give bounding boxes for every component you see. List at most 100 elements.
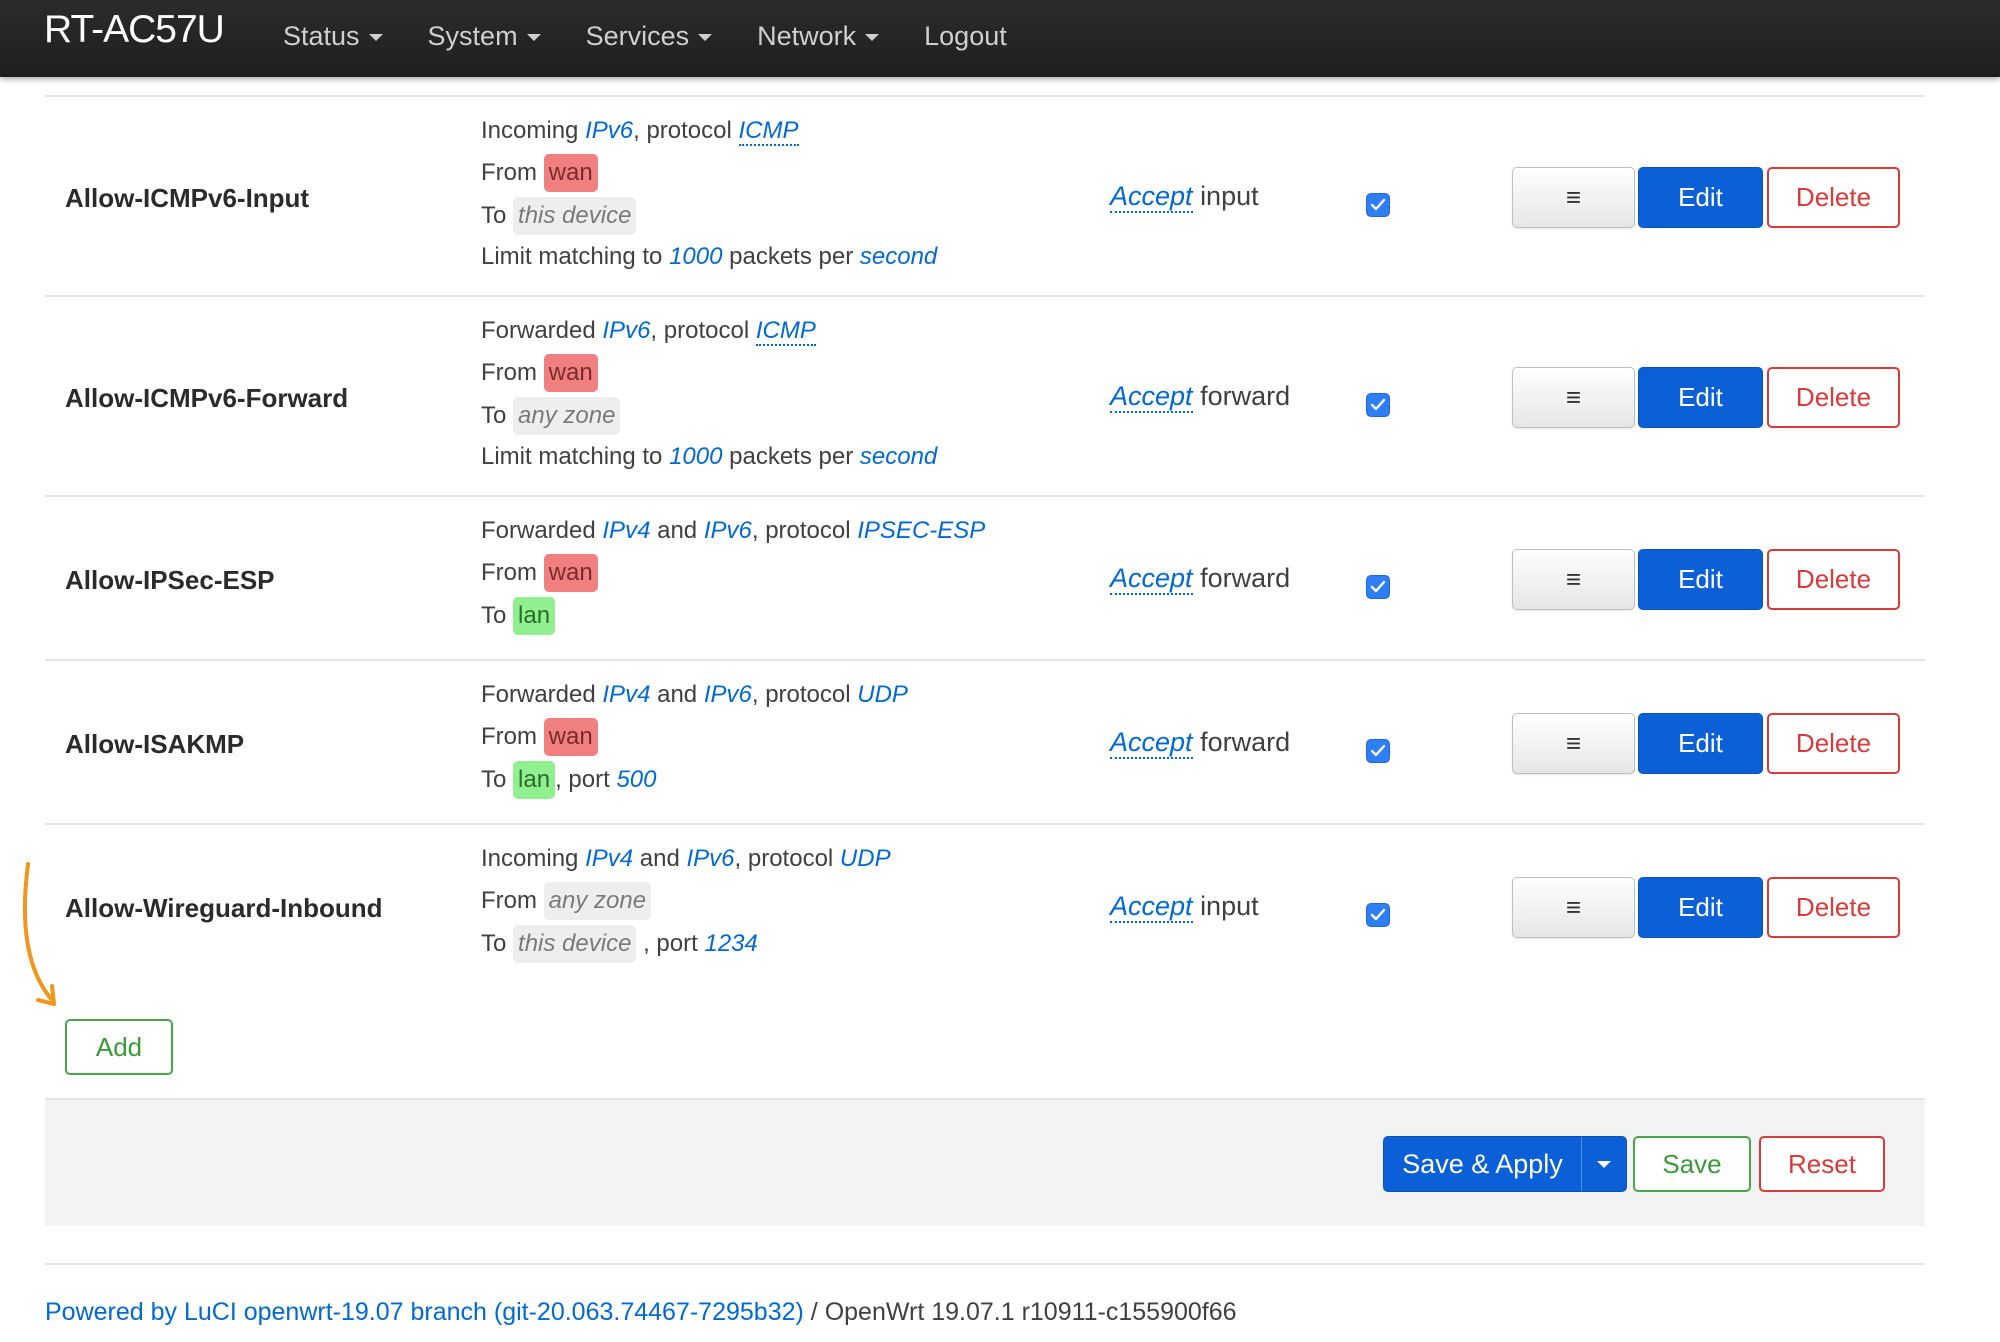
menu-services[interactable]: Services [586,21,713,52]
zone-badge-from: wan [543,718,598,756]
edit-button[interactable]: Edit [1638,167,1763,228]
rule-enabled-checkbox[interactable] [1366,393,1390,417]
limit-prefix: Limit matching to [481,243,663,270]
action-verb: Accept [1110,891,1193,923]
match-family-joiner: and [639,845,680,872]
edit-button[interactable]: Edit [1638,549,1763,610]
from-label: From [481,723,537,750]
caret-down-icon [526,34,541,41]
rule-enabled-checkbox[interactable] [1366,193,1390,217]
table-row: Allow-ISAKMP Forwarded IPv4 and IPv6, pr… [45,659,1925,823]
match-protocol: IPSEC-ESP [857,517,986,544]
rule-enabled-checkbox[interactable] [1366,575,1390,599]
match-line-limit: Limit matching to 1000 packets per secon… [481,437,937,477]
rule-match-description: Incoming IPv4 and IPv6, protocol UDP Fro… [481,839,891,965]
match-line-family: Incoming IPv6, protocol ICMP [481,117,799,146]
checkmark-icon [1370,198,1386,211]
from-label: From [481,559,537,586]
menu-system[interactable]: System [428,21,541,52]
table-row: Allow-IPSec-ESP Forwarded IPv4 and IPv6,… [45,495,1925,659]
rule-enabled-checkbox[interactable] [1366,903,1390,927]
brand-title[interactable]: RT-AC57U [44,8,225,52]
delete-button[interactable]: Delete [1767,877,1900,938]
hamburger-icon: ≡ [1565,728,1582,758]
menu-status[interactable]: Status [283,21,383,52]
match-protocol-word: protocol [646,117,732,144]
match-family-joiner: and [657,517,698,544]
rule-match-description: Incoming IPv6, protocol ICMP From wan To… [481,111,937,277]
zone-badge-to: this device [513,197,637,235]
match-family: IPv6 [686,845,735,872]
delete-button[interactable]: Delete [1767,367,1900,428]
rule-action: Accept input [1110,181,1259,213]
limit-unit: second [859,443,938,470]
caret-down-icon [1597,1160,1611,1168]
add-button[interactable]: Add [65,1019,173,1075]
page-footer: Powered by LuCI openwrt-19.07 branch (gi… [45,1298,1237,1327]
luci-link[interactable]: Powered by LuCI openwrt-19.07 branch (gi… [45,1298,804,1326]
menu-network-label: Network [757,20,857,51]
sort-handle-button[interactable]: ≡ [1512,367,1635,428]
save-button[interactable]: Save [1633,1136,1751,1192]
match-direction: Forwarded [481,681,596,708]
zone-badge-from: wan [543,554,598,592]
table-row: Allow-ICMPv6-Input Incoming IPv6, protoc… [45,95,1925,295]
action-verb: Accept [1110,181,1193,213]
save-apply-dropdown-toggle[interactable] [1582,1137,1626,1191]
sort-handle-button[interactable]: ≡ [1512,549,1635,610]
match-protocol: UDP [839,845,891,872]
match-line-from: From wan [481,551,985,594]
match-protocol: UDP [857,681,908,708]
action-target: forward [1200,563,1291,593]
to-label: To [481,602,507,629]
action-verb: Accept [1110,563,1193,595]
menu-network[interactable]: Network [757,20,880,52]
menu-logout-label: Logout [924,20,1007,51]
footer-divider [45,1263,1925,1265]
match-protocol-word: protocol [663,317,750,344]
checkmark-icon [1370,744,1386,757]
match-direction: Forwarded [481,517,596,544]
limit-mid: packets per [729,243,854,270]
rule-enabled-checkbox[interactable] [1366,739,1390,763]
save-apply-button[interactable]: Save & Apply [1384,1137,1582,1191]
menu-logout[interactable]: Logout [924,21,1007,52]
edit-button[interactable]: Edit [1638,713,1763,774]
edit-button[interactable]: Edit [1638,367,1763,428]
from-label: From [481,359,537,386]
sort-handle-button[interactable]: ≡ [1512,877,1635,938]
delete-button[interactable]: Delete [1767,167,1900,228]
match-line-to: To this device [481,194,937,237]
limit-value: 1000 [669,243,723,270]
match-line-family: Forwarded IPv4 and IPv6, protocol IPSEC-… [481,517,986,544]
curved-arrow-icon [22,862,56,1006]
delete-button[interactable]: Delete [1767,549,1900,610]
match-family: IPv6 [585,117,634,144]
match-protocol-word: protocol [765,681,851,708]
menu-status-label: Status [283,20,360,51]
rule-action: Accept input [1110,891,1259,923]
match-protocol-word: protocol [747,845,834,872]
hamburger-icon: ≡ [1565,382,1582,412]
reset-button[interactable]: Reset [1759,1136,1885,1192]
sort-handle-button[interactable]: ≡ [1512,713,1635,774]
match-direction: Incoming [481,117,579,144]
match-line-from: From wan [481,351,937,394]
sort-handle-button[interactable]: ≡ [1512,167,1635,228]
action-target: input [1200,181,1259,211]
match-direction: Incoming [481,845,579,872]
delete-button[interactable]: Delete [1767,713,1900,774]
edit-button[interactable]: Edit [1638,877,1763,938]
from-label: From [481,887,537,914]
checkmark-icon [1370,908,1386,921]
match-protocol-word: protocol [765,517,851,544]
from-label: From [481,159,537,186]
zone-badge-from: wan [543,154,598,192]
match-protocol: ICMP [738,117,799,146]
to-label: To [481,930,507,957]
match-line-from: From any zone [481,879,891,922]
row-buttons: ≡ Edit Delete [1512,167,1900,228]
limit-mid: packets per [729,443,854,470]
action-target: forward [1200,381,1291,411]
port-label: , port [643,930,698,957]
